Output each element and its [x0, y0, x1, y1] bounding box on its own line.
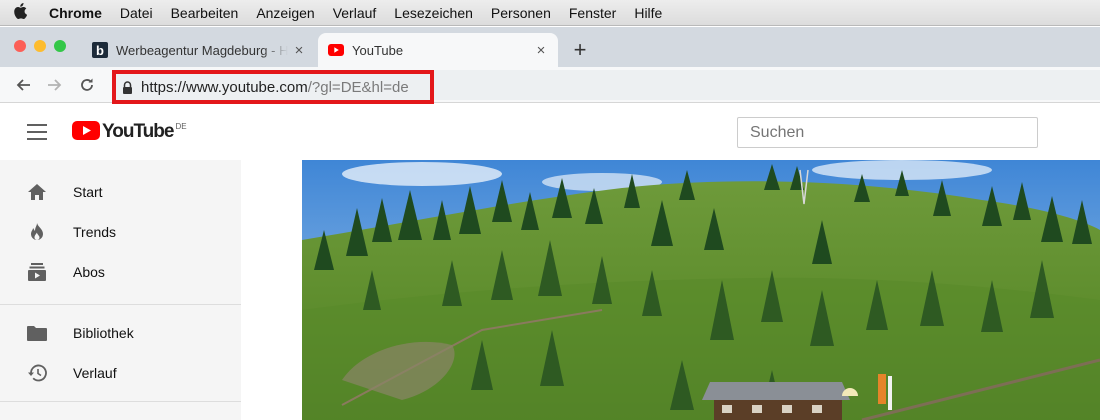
menu-bearbeiten[interactable]: Bearbeiten — [162, 5, 248, 21]
b-letter-favicon-icon: b — [92, 42, 108, 58]
browser-toolbar: https://www.youtube.com/?gl=DE&hl=de — [0, 67, 1100, 104]
tab-title: YouTube — [352, 42, 404, 58]
sidebar-item-label: Verlauf — [73, 365, 117, 381]
youtube-favicon-icon — [328, 42, 344, 58]
reload-icon — [81, 78, 93, 91]
svg-text:b: b — [96, 43, 104, 58]
tab-youtube[interactable]: YouTube × — [318, 33, 558, 67]
apple-logo-icon[interactable] — [0, 2, 40, 23]
youtube-header: YouTube DE — [0, 104, 1100, 160]
forward-button[interactable] — [44, 74, 66, 96]
folder-icon — [26, 323, 48, 343]
youtube-wordmark: YouTube — [102, 121, 174, 142]
history-icon — [26, 363, 48, 383]
close-tab-icon[interactable]: × — [288, 42, 310, 59]
sidebar-item-abos[interactable]: Abos — [0, 252, 241, 292]
new-tab-button[interactable]: + — [568, 37, 592, 63]
back-button[interactable] — [12, 74, 34, 96]
lock-icon — [122, 80, 133, 94]
search-input[interactable] — [737, 117, 1038, 148]
address-bar-highlight[interactable]: https://www.youtube.com/?gl=DE&hl=de — [112, 70, 434, 104]
sidebar-item-label: Abos — [73, 264, 105, 280]
reload-button[interactable] — [76, 74, 98, 96]
youtube-logo[interactable]: YouTube DE — [72, 120, 187, 144]
menu-personen[interactable]: Personen — [482, 5, 560, 21]
forward-arrow-icon — [48, 79, 62, 91]
sidebar-item-verlauf[interactable]: Verlauf — [0, 353, 241, 393]
sidebar-item-start[interactable]: Start — [0, 172, 241, 212]
close-tab-icon[interactable]: × — [530, 42, 552, 59]
menu-verlauf[interactable]: Verlauf — [324, 5, 386, 21]
sidebar: Start Trends Abos Bibliothek Verlauf — [0, 160, 241, 420]
sidebar-item-label: Start — [73, 184, 103, 200]
menu-fenster[interactable]: Fenster — [560, 5, 625, 21]
back-arrow-icon — [16, 79, 30, 91]
menu-app-name[interactable]: Chrome — [40, 5, 111, 21]
tab-strip: b Werbeagentur Magdeburg - Homepage × Yo… — [0, 27, 1100, 67]
country-code: DE — [175, 122, 187, 131]
window-controls — [14, 40, 66, 52]
flame-icon — [26, 222, 48, 242]
youtube-play-logo-icon — [72, 121, 100, 140]
sidebar-item-trends[interactable]: Trends — [0, 212, 241, 252]
sidebar-divider — [0, 401, 241, 402]
tab-werbeagentur[interactable]: b Werbeagentur Magdeburg - Homepage × — [82, 33, 316, 67]
video-thumbnail[interactable] — [302, 160, 1100, 420]
tab-title: Werbeagentur Magdeburg - Homepage — [116, 42, 288, 58]
sidebar-item-label: Bibliothek — [73, 325, 134, 341]
url-query: /?gl=DE&hl=de — [307, 78, 409, 96]
url-host: https://www.youtube.com — [141, 78, 308, 96]
minimize-window-button[interactable] — [34, 40, 46, 52]
hamburger-menu-icon[interactable] — [27, 124, 47, 140]
macos-menu-bar: Chrome Datei Bearbeiten Anzeigen Verlauf… — [0, 0, 1100, 26]
home-icon — [26, 182, 48, 202]
zoom-window-button[interactable] — [54, 40, 66, 52]
subscriptions-icon — [26, 262, 48, 282]
sidebar-item-bibliothek[interactable]: Bibliothek — [0, 313, 241, 353]
sidebar-item-label: Trends — [73, 224, 117, 240]
mountain-meadow-image — [302, 160, 1100, 420]
menu-anzeigen[interactable]: Anzeigen — [247, 5, 323, 21]
menu-datei[interactable]: Datei — [111, 5, 162, 21]
menu-lesezeichen[interactable]: Lesezeichen — [385, 5, 482, 21]
menu-hilfe[interactable]: Hilfe — [625, 5, 671, 21]
close-window-button[interactable] — [14, 40, 26, 52]
sidebar-divider — [0, 304, 241, 305]
